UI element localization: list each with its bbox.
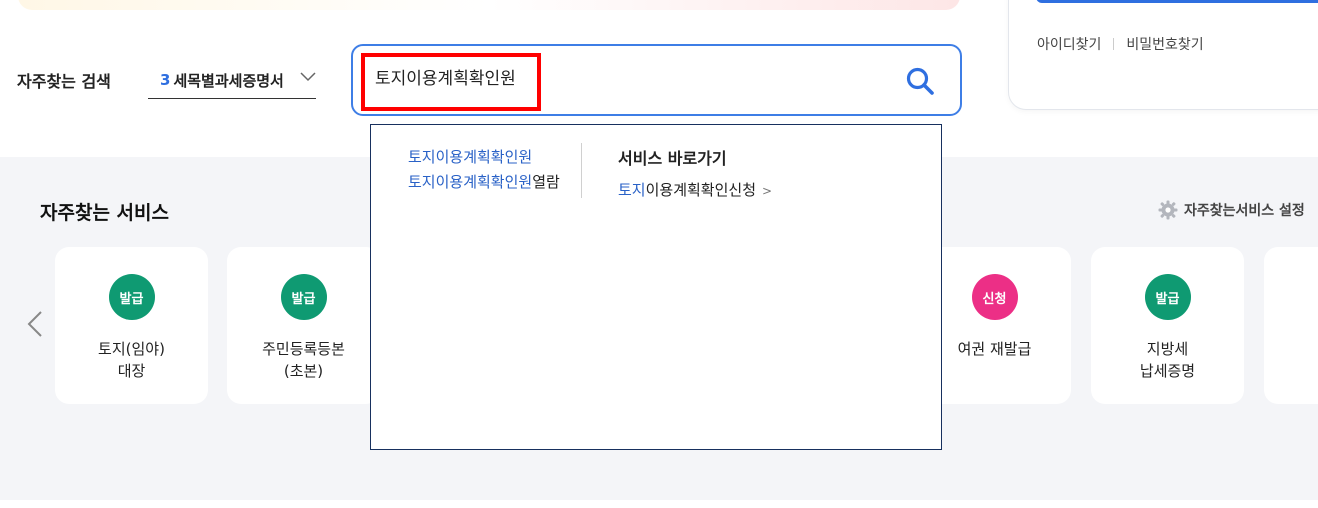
service-card[interactable]: 발급 주민등록등본 (초본) [227, 247, 380, 404]
chevron-down-icon [300, 70, 316, 86]
service-card[interactable]: 발급 토지(임야) 대장 [55, 247, 208, 404]
service-card-partial[interactable] [1264, 247, 1318, 404]
login-button[interactable] [1036, 0, 1318, 3]
shortcut-title: 서비스 바로가기 [618, 149, 727, 168]
page: 아이디찾기 비밀번호찾기 자주찾는 검색 3 세목별과세증명서 자주찾는 서비스 [0, 0, 1318, 508]
suggestion-match: 토지이용계획확인원 [408, 148, 533, 166]
select-number: 3 [160, 71, 171, 89]
service-label-line: 납세증명 [1139, 362, 1196, 380]
shortcut-match: 토지 [618, 181, 646, 199]
autocomplete-dropdown: 토지이용계획확인원 토지이용계획확인원열람 서비스 바로가기 토지이용계획확인신… [370, 124, 942, 450]
login-card [1008, 0, 1318, 110]
search-icon[interactable] [905, 66, 935, 96]
suggestion-match: 토지이용계획확인원 [408, 173, 533, 191]
search-select[interactable]: 3 세목별과세증명서 [148, 62, 316, 99]
suggestion-item[interactable]: 토지이용계획확인원 [408, 145, 560, 170]
service-card[interactable]: 발급 지방세 납세증명 [1091, 247, 1244, 404]
service-label: 주민등록등본 (초본) [227, 338, 380, 382]
link-divider [1113, 38, 1115, 50]
issue-badge: 발급 [108, 274, 155, 320]
services-setting-button[interactable]: 자주찾는서비스 설정 [1158, 200, 1305, 220]
suggestion-list: 토지이용계획확인원 토지이용계획확인원열람 [408, 145, 560, 195]
suggestion-rest: 열람 [532, 173, 560, 191]
service-label-line: 토지(임야) [98, 340, 165, 358]
login-links: 아이디찾기 비밀번호찾기 [1037, 34, 1204, 54]
service-label-line: 지방세 [1146, 340, 1189, 358]
select-label: 세목별과세증명서 [173, 71, 284, 90]
top-banner [18, 0, 960, 10]
search-title: 자주찾는 검색 [17, 72, 111, 91]
search-input[interactable] [375, 66, 855, 86]
find-password-link[interactable]: 비밀번호찾기 [1126, 34, 1203, 54]
gear-icon [1158, 200, 1178, 220]
service-label: 토지(임야) 대장 [55, 338, 208, 382]
apply-badge: 신청 [971, 274, 1018, 320]
chevron-right-icon: > [762, 184, 773, 198]
suggestion-item[interactable]: 토지이용계획확인원열람 [408, 170, 560, 195]
service-label: 지방세 납세증명 [1091, 338, 1244, 382]
issue-badge: 발급 [280, 274, 327, 320]
setting-label: 자주찾는서비스 설정 [1184, 203, 1305, 219]
service-label-line: 여권 재발급 [957, 340, 1032, 358]
services-title: 자주찾는 서비스 [40, 202, 169, 224]
service-label-line: 주민등록등본 [262, 340, 345, 358]
shortcut-rest: 이용계획확인신청 [645, 181, 757, 199]
service-label-line: (초본) [283, 362, 324, 380]
dropdown-divider [581, 143, 582, 198]
chevron-left-icon[interactable] [25, 310, 45, 338]
issue-badge: 발급 [1144, 274, 1191, 320]
service-label-line: 대장 [117, 362, 146, 380]
search-box [351, 44, 962, 116]
shortcut-link[interactable]: 토지이용계획확인신청 > [618, 179, 772, 200]
find-id-link[interactable]: 아이디찾기 [1037, 34, 1101, 54]
